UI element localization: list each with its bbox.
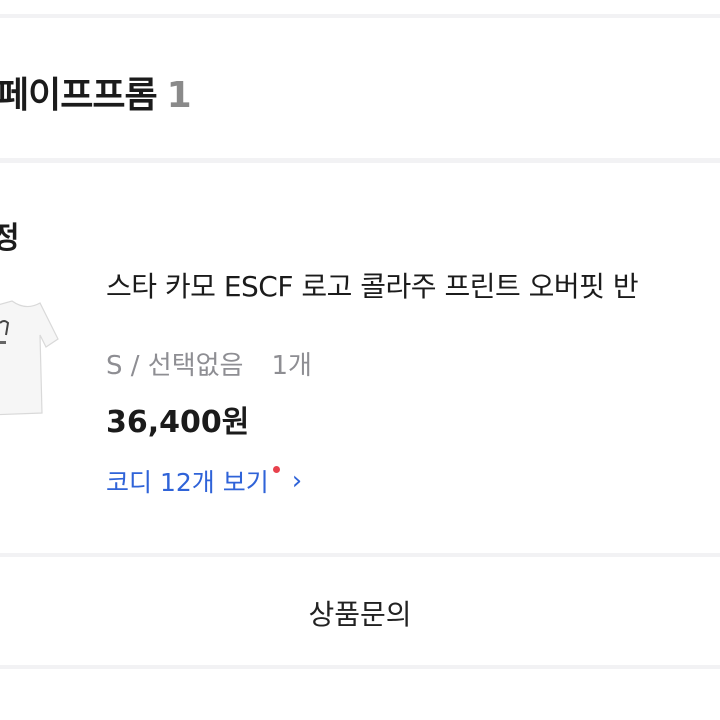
tshirt-image-icon	[0, 295, 62, 421]
view-coordi-link[interactable]: 코디 12개 보기 ›	[106, 463, 302, 499]
product-inquiry-button[interactable]: 상품문의	[0, 557, 720, 665]
product-name[interactable]: 스타 카모 ESCF 로고 콜라주 프린트 오버핏 반	[106, 265, 639, 305]
product-option: S / 선택없음	[106, 351, 244, 381]
new-badge-dot-icon	[272, 465, 280, 473]
chevron-right-icon: ›	[291, 466, 303, 496]
product-thumbnail[interactable]	[0, 295, 62, 421]
store-name-text: 페이프프롬	[0, 75, 158, 116]
top-card	[0, 0, 720, 14]
store-section[interactable]: 페이프프롬 1	[0, 18, 720, 158]
product-quantity: 1개	[271, 351, 312, 381]
product-price: 36,400원	[106, 405, 250, 440]
store-item-count: 1	[166, 75, 192, 116]
coordi-link-label: 코디 12개 보기	[106, 468, 269, 497]
order-detail-page: 페이프프롬 1 정 스타 카모 ESCF 로고 콜라주 프린트 오버핏 반 S /…	[0, 0, 720, 720]
product-option-row: S / 선택없음 1개	[106, 345, 312, 382]
product-inquiry-label: 상품문의	[308, 598, 412, 631]
order-item-card: 정 스타 카모 ESCF 로고 콜라주 프린트 오버핏 반 S / 선택없음 1개…	[0, 163, 720, 553]
bottom-card	[0, 669, 720, 720]
order-status-label: 정	[0, 221, 20, 256]
store-title[interactable]: 페이프프롬 1	[0, 66, 192, 118]
